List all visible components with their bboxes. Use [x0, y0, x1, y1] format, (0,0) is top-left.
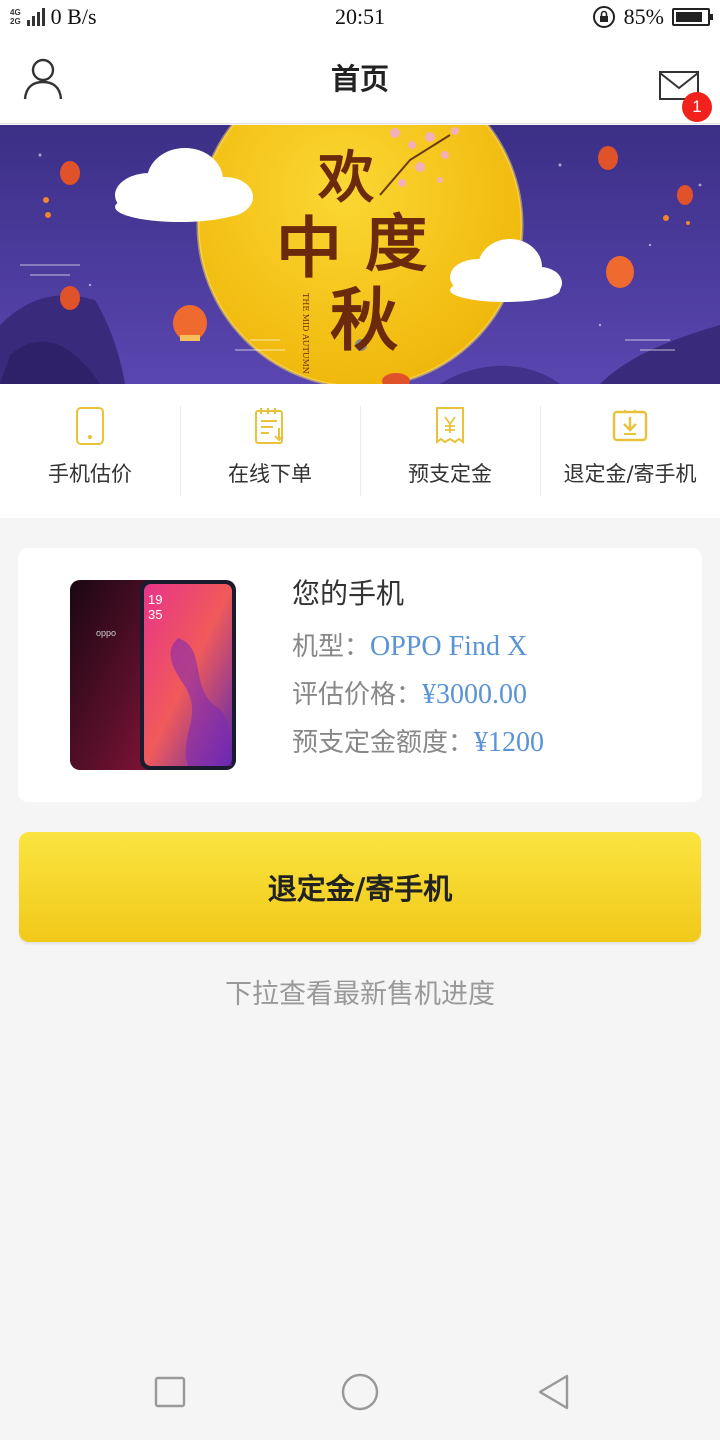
quick-menu: 手机估价 在线下单 预支定金 退定金/寄手机	[0, 384, 720, 518]
model-label: 机型：	[292, 632, 371, 662]
message-count-badge: 1	[682, 92, 712, 122]
network-speed: 0 B/s	[50, 4, 97, 29]
deposit-row: 预支定金额度：¥1200	[292, 722, 544, 759]
banner-char-4: 秋	[330, 281, 399, 361]
menu-label: 退定金/寄手机	[563, 462, 697, 486]
card-title: 您的手机	[292, 577, 405, 610]
page-title: 首页	[330, 62, 389, 96]
recent-apps-icon[interactable]	[150, 1372, 190, 1412]
phone-screen-hour: 19	[148, 592, 162, 607]
pull-down-hint: 下拉查看最新售机进度	[225, 979, 495, 1010]
box-download-icon	[612, 410, 648, 442]
system-nav-bar	[0, 1340, 720, 1440]
mid-autumn-banner[interactable]: 欢 度 中 秋 THE MID AUTUMN	[0, 125, 720, 384]
menu-label: 预支定金	[408, 462, 492, 486]
status-right: 85%	[592, 4, 713, 30]
deposit-value: ¥1200	[474, 727, 545, 758]
rotation-lock-icon	[592, 6, 615, 28]
banner-subtitle-line-2: AUTUMN	[301, 334, 310, 374]
status-bar: 4G 2G 0 B/s 20:51 85%	[0, 0, 720, 34]
home-icon[interactable]	[340, 1372, 380, 1412]
phone-screen-minute: 35	[148, 607, 162, 622]
menu-item-online-order[interactable]: 在线下单	[180, 384, 360, 518]
menu-label: 在线下单	[228, 462, 312, 486]
menu-item-phone-valuation[interactable]: 手机估价	[0, 384, 180, 518]
phone-image: oppo 19 35	[70, 580, 236, 770]
order-form-icon	[255, 408, 284, 444]
deposit-label: 预支定金额度：	[292, 728, 475, 758]
banner-subtitle: THE MID AUTUMN	[300, 293, 310, 374]
price-row: 评估价格：¥3000.00	[292, 674, 527, 711]
phone-icon	[76, 407, 104, 445]
network-type: 4G 2G	[10, 8, 21, 26]
signal-icon	[26, 8, 45, 26]
model-value: OPPO Find X	[370, 631, 528, 662]
battery-icon	[672, 8, 713, 26]
status-left: 4G 2G 0 B/s	[10, 4, 97, 30]
refund-send-phone-button[interactable]: 退定金/寄手机	[19, 832, 701, 942]
my-phone-card[interactable]: oppo 19 35 您的手机 机型：OPPO Find X 评估价格：¥300…	[18, 548, 702, 802]
model-row: 机型：OPPO Find X	[292, 626, 527, 663]
network-type-2g: 2G	[10, 17, 21, 26]
menu-label: 手机估价	[48, 462, 132, 486]
yen-receipt-icon	[436, 407, 464, 444]
app-header: 首页 1	[0, 34, 720, 124]
menu-item-advance-deposit[interactable]: 预支定金	[360, 384, 540, 518]
phone-brand-text: oppo	[96, 628, 116, 638]
network-type-4g: 4G	[10, 8, 21, 17]
price-label: 评估价格：	[292, 680, 423, 710]
battery-percent: 85%	[623, 4, 664, 29]
back-icon[interactable]	[534, 1372, 574, 1412]
price-value: ¥3000.00	[422, 679, 528, 710]
banner-subtitle-line-1: THE MID	[301, 293, 310, 332]
menu-item-refund-send-phone[interactable]: 退定金/寄手机	[540, 384, 720, 518]
